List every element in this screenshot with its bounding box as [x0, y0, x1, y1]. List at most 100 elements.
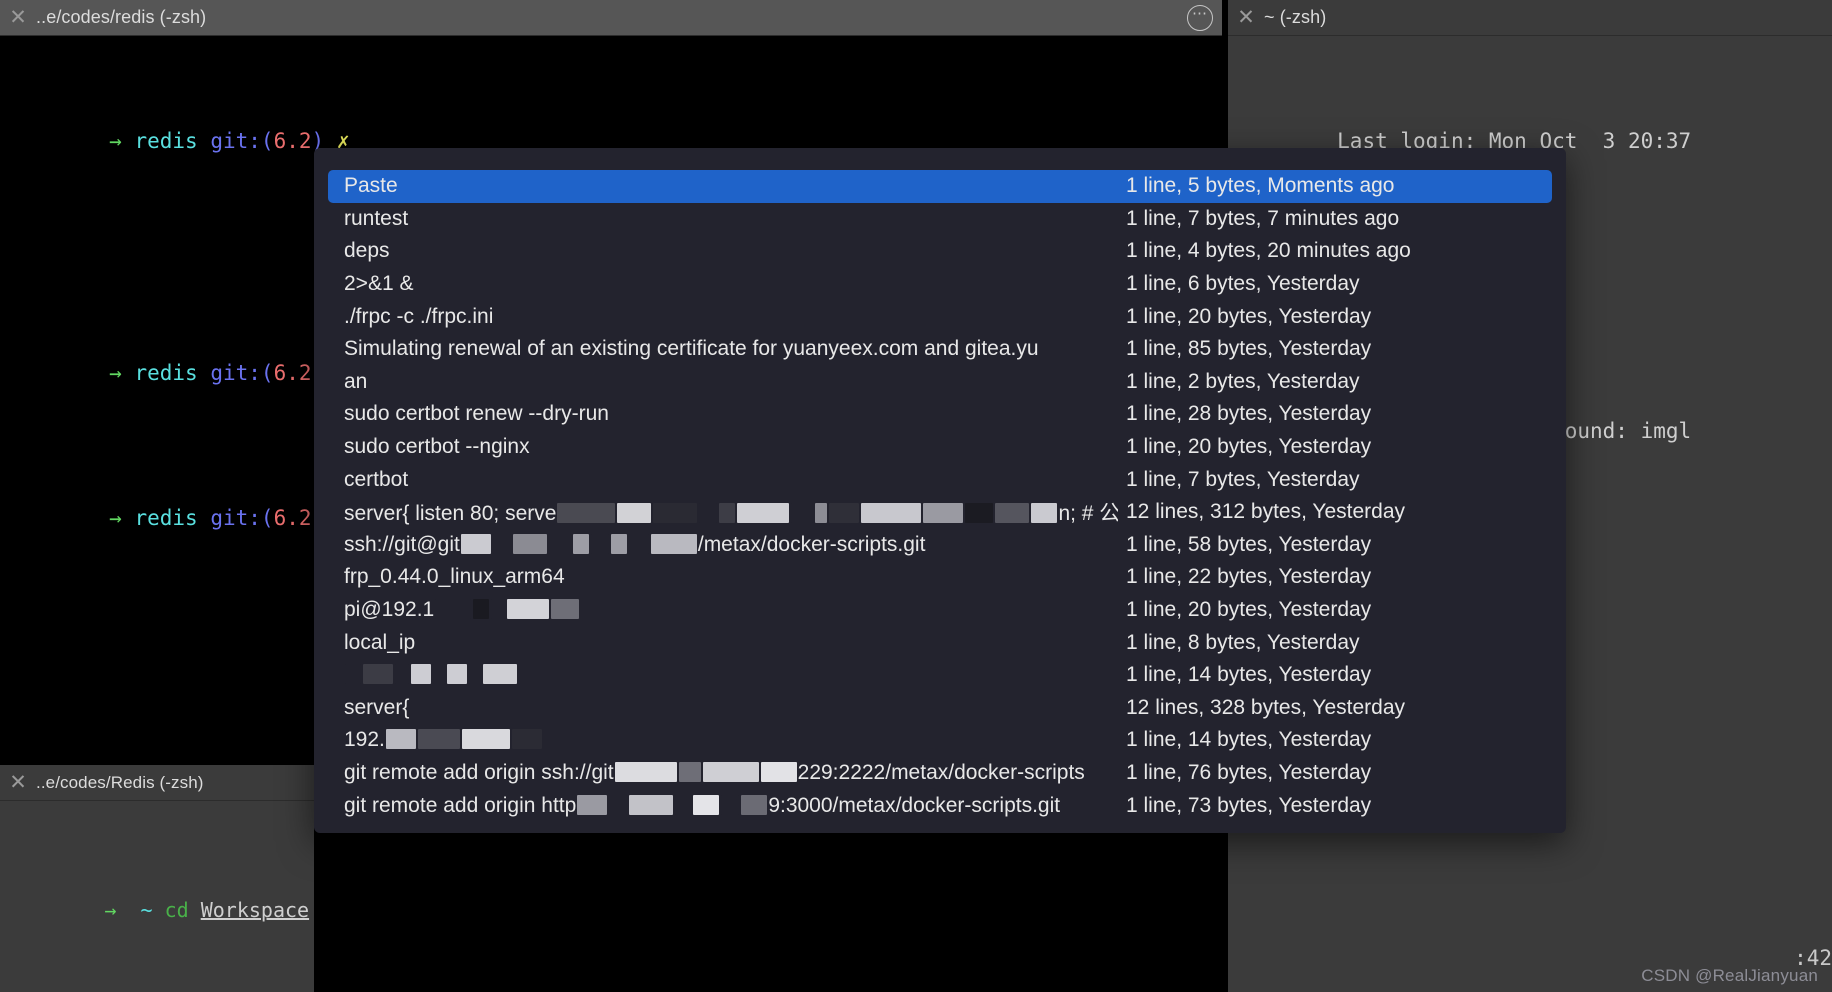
history-item-command	[344, 663, 1118, 687]
history-item[interactable]: server{ listen 80; serven; # 公网 ip index…	[314, 496, 1566, 529]
redacted-text-block	[675, 794, 692, 815]
redacted-text-block	[385, 729, 416, 750]
close-icon[interactable]: ✕	[0, 0, 36, 36]
history-item[interactable]: frp_0.44.0_linux_arm64 1 line, 22 bytes, …	[314, 561, 1566, 594]
close-icon[interactable]: ✕	[0, 765, 36, 801]
history-item-command: git remote add origin http 9:3000/metax/d…	[344, 793, 1061, 817]
close-icon[interactable]: ✕	[1228, 0, 1264, 36]
left-terminal-tabbar[interactable]: ✕ ..e/codes/redis (-zsh) ⋯	[0, 0, 1222, 36]
redacted-text-block	[447, 664, 467, 685]
history-item-command: deps	[344, 239, 390, 263]
redacted-text-block	[511, 729, 542, 750]
left-tab-title: ..e/codes/redis (-zsh)	[36, 7, 207, 27]
bottom-tab-title: ..e/codes/Redis (-zsh)	[36, 772, 204, 792]
redacted-text-block	[610, 533, 627, 554]
redacted-text-block	[345, 664, 361, 685]
redacted-text-block	[572, 533, 589, 554]
history-item-meta: 1 line, 85 bytes, Yesterday	[1126, 337, 1372, 361]
history-suggestion-dropdown[interactable]: Paste 1 line, 5 bytes, Moments ago runtest…	[314, 148, 1566, 833]
history-item-meta: 12 lines, 328 bytes, Yesterday	[1126, 695, 1406, 719]
right-tab-title: ~ (-zsh)	[1264, 7, 1327, 27]
history-item[interactable]: git remote add origin ssh://git 229:2222/…	[314, 757, 1566, 790]
redacted-text-block	[433, 664, 445, 685]
redacted-text-block	[483, 664, 517, 685]
redacted-text-block	[507, 599, 550, 620]
prompt-git-open: git:(	[210, 506, 274, 530]
prompt-git-open: git:(	[210, 361, 274, 385]
history-item[interactable]: git remote add origin http 9:3000/metax/d…	[314, 789, 1566, 822]
history-item-meta: 1 line, 76 bytes, Yesterday	[1126, 760, 1372, 784]
history-item[interactable]: an 1 line, 2 bytes, Yesterday	[314, 366, 1566, 399]
history-item[interactable]: 2>&1 & 1 line, 6 bytes, Yesterday	[314, 268, 1566, 301]
redacted-text-block	[791, 503, 814, 524]
history-item-command: frp_0.44.0_linux_arm64	[344, 565, 565, 589]
prompt-arrow-icon: →	[109, 129, 122, 153]
redacted-text-block	[551, 599, 580, 620]
history-item[interactable]: deps 1 line, 4 bytes, 20 minutes ago	[314, 235, 1566, 268]
more-options-button[interactable]: ⋯	[1178, 0, 1222, 36]
redacted-text-block	[923, 503, 964, 524]
right-terminal-tabbar[interactable]: ✕ ~ (-zsh)	[1228, 0, 1832, 36]
history-item-command: an	[344, 369, 368, 393]
prompt-repo: redis	[134, 129, 198, 153]
redacted-text-block	[1031, 503, 1058, 524]
history-item-meta: 12 lines, 312 bytes, Yesterday	[1126, 500, 1406, 524]
prompt-arrow-icon: →	[104, 898, 117, 922]
history-item-command: git remote add origin ssh://git 229:2222/…	[344, 760, 1085, 784]
history-item[interactable]: pi@192.1 1 line, 20 bytes, Yesterday	[314, 594, 1566, 627]
history-item-command: Simulating renewal of an existing certif…	[344, 337, 1039, 361]
history-item[interactable]: sudo certbot renew --dry-run 1 line, 28 b…	[314, 398, 1566, 431]
history-item[interactable]: 192. 1 line, 14 bytes, Yesterday	[314, 724, 1566, 757]
redacted-text-block	[653, 503, 698, 524]
prompt-arrow-icon: →	[109, 506, 122, 530]
redacted-text-block	[617, 503, 652, 524]
bottom-command-arg: Workspace	[200, 898, 310, 922]
bottom-command: cd	[164, 898, 189, 922]
history-item[interactable]: local_ip 1 line, 8 bytes, Yesterday	[314, 626, 1566, 659]
history-item-command: runtest	[344, 206, 409, 230]
history-item-meta: 1 line, 58 bytes, Yesterday	[1126, 532, 1372, 556]
bottom-terminal-body[interactable]: → ~ cd Workspace → Workspace ls	[0, 801, 314, 992]
history-item-meta: 1 line, 14 bytes, Yesterday	[1126, 663, 1372, 687]
history-item-command: certbot	[344, 467, 409, 491]
history-item[interactable]: ssh://git@git/metax/docker-scripts.git 1 …	[314, 529, 1566, 562]
redacted-text-block	[492, 533, 511, 554]
prompt-repo: redis	[134, 361, 198, 385]
history-item-command: server{	[344, 695, 410, 719]
history-item-command: 2>&1 &	[344, 272, 414, 296]
history-item-command: sudo certbot --nginx	[344, 435, 530, 459]
bottom-terminal-tabbar[interactable]: ✕ ..e/codes/Redis (-zsh)	[0, 765, 314, 801]
history-item-command: local_ip	[344, 630, 416, 654]
redacted-text-block	[395, 664, 409, 685]
history-item-command: pi@192.1	[344, 598, 1118, 622]
bottom-prompt-line-1: → ~ cd Workspace	[0, 865, 314, 955]
redacted-text-block	[614, 761, 677, 782]
csdn-watermark: CSDN @RealJianyuan	[1641, 966, 1818, 985]
history-item[interactable]: runtest 1 line, 7 bytes, 7 minutes ago	[314, 203, 1566, 236]
redacted-text-block	[577, 794, 608, 815]
history-item-meta: 1 line, 20 bytes, Yesterday	[1126, 304, 1372, 328]
history-item[interactable]: ./frpc -c ./frpc.ini 1 line, 20 bytes, Ye…	[314, 300, 1566, 333]
history-item[interactable]: 1 line, 14 bytes, Yesterday	[314, 659, 1566, 692]
history-item-meta: 1 line, 5 bytes, Moments ago	[1126, 174, 1395, 198]
history-item-meta: 1 line, 8 bytes, Yesterday	[1126, 630, 1360, 654]
history-item-meta: 1 line, 28 bytes, Yesterday	[1126, 402, 1372, 426]
redacted-text-block	[829, 503, 860, 524]
history-item[interactable]: sudo certbot --nginx 1 line, 20 bytes, Ye…	[314, 431, 1566, 464]
history-item-meta: 1 line, 73 bytes, Yesterday	[1126, 793, 1372, 817]
history-item-meta: 1 line, 6 bytes, Yesterday	[1126, 272, 1360, 296]
redacted-text-block	[628, 533, 649, 554]
prompt-git-open: git:(	[210, 129, 274, 153]
redacted-text-block	[557, 503, 616, 524]
history-item-command: server{ listen 80; serven; # 公网 ip index…	[344, 502, 1118, 526]
history-item[interactable]: server{ 12 lines, 328 bytes, Yesterday	[314, 692, 1566, 725]
history-item[interactable]: certbot 1 line, 7 bytes, Yesterday	[314, 463, 1566, 496]
redacted-text-block	[609, 794, 628, 815]
redacted-text-block	[590, 533, 609, 554]
history-item-meta: 1 line, 20 bytes, Yesterday	[1126, 435, 1372, 459]
history-item-selected[interactable]: Paste 1 line, 5 bytes, Moments ago	[328, 170, 1552, 203]
redacted-text-block	[702, 761, 759, 782]
history-item[interactable]: Simulating renewal of an existing certif…	[314, 333, 1566, 366]
prompt-path: ~	[140, 898, 153, 922]
prompt-arrow-icon: →	[109, 361, 122, 385]
